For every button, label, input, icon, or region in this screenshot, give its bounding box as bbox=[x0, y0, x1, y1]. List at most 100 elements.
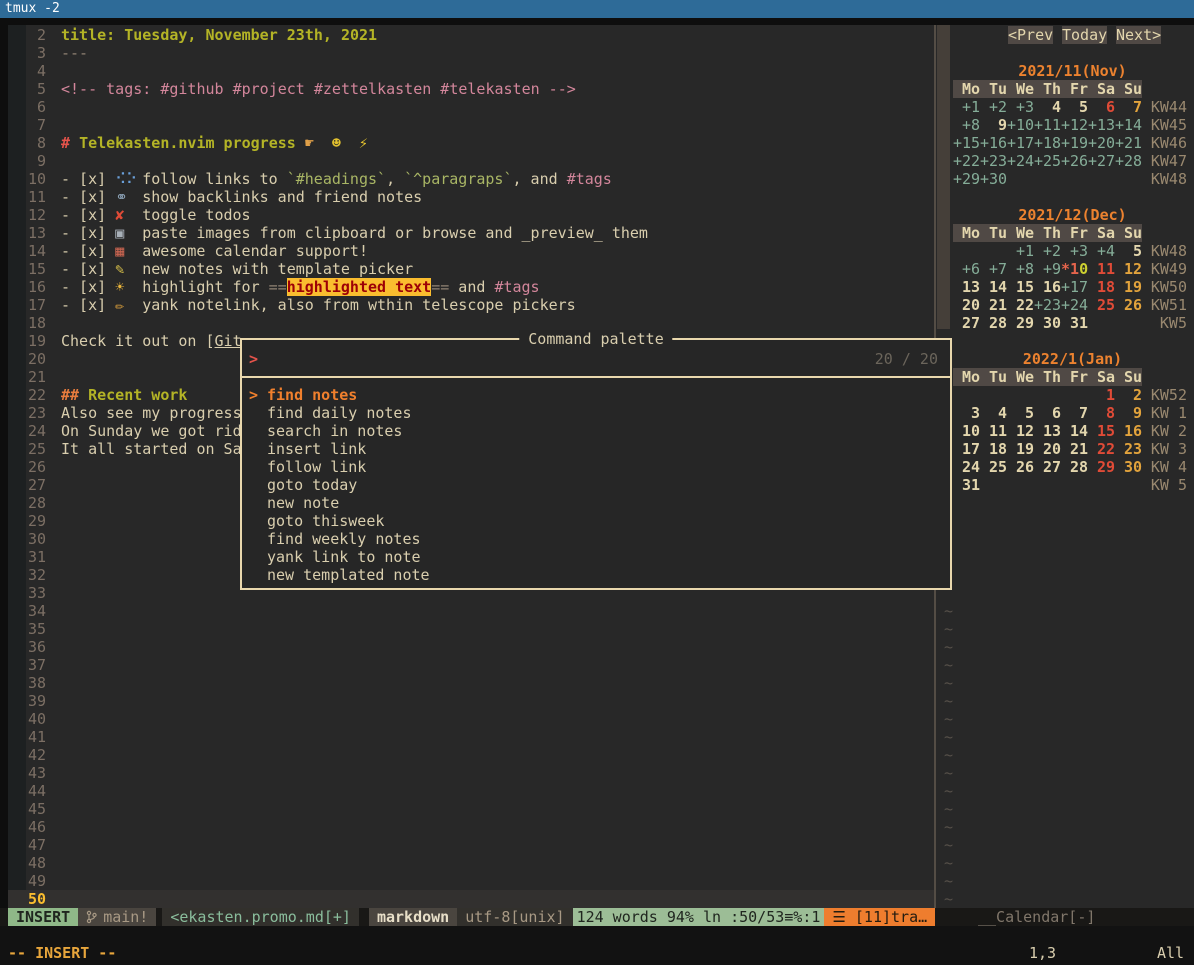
command-line[interactable]: :lua require('telekasten').panel() bbox=[0, 926, 1194, 944]
calendar-day[interactable]: 18 bbox=[1088, 278, 1115, 296]
calendar-day[interactable]: +27 bbox=[1088, 152, 1115, 170]
editor-line[interactable]: 39 bbox=[8, 692, 934, 710]
calendar-day[interactable]: 6 bbox=[1034, 404, 1061, 422]
calendar-day[interactable]: 19 bbox=[1115, 278, 1142, 296]
editor-line[interactable]: 12- [x] ✘ toggle todos bbox=[8, 206, 934, 224]
calendar-day[interactable]: 31 bbox=[953, 476, 980, 494]
calendar-day[interactable]: 14 bbox=[1061, 422, 1088, 440]
palette-prompt-input[interactable]: > 20 / 20 bbox=[242, 350, 950, 368]
editor-line[interactable]: 13- [x] ▣ paste images from clipboard or… bbox=[8, 224, 934, 242]
calendar-day[interactable]: +10 bbox=[1007, 116, 1034, 134]
editor-line[interactable]: 6 bbox=[8, 98, 934, 116]
calendar-day[interactable]: 22 bbox=[1088, 440, 1115, 458]
editor-line[interactable]: 44 bbox=[8, 782, 934, 800]
calendar-day[interactable]: 4 bbox=[980, 404, 1007, 422]
calendar-day[interactable]: +12 bbox=[1061, 116, 1088, 134]
editor-line[interactable]: 48 bbox=[8, 854, 934, 872]
calendar-day[interactable]: 25 bbox=[980, 458, 1007, 476]
calendar-day[interactable]: +1 bbox=[953, 98, 980, 116]
editor-line[interactable]: 40 bbox=[8, 710, 934, 728]
editor-line[interactable]: 14- [x] ▦ awesome calendar support! bbox=[8, 242, 934, 260]
calendar-day[interactable]: +2 bbox=[980, 98, 1007, 116]
calendar-day[interactable]: 21 bbox=[980, 296, 1007, 314]
calendar-day[interactable]: +30 bbox=[980, 170, 1007, 188]
palette-item[interactable]: follow link bbox=[242, 458, 950, 476]
calendar-day[interactable]: 30 bbox=[1034, 314, 1061, 332]
calendar-day[interactable]: 7 bbox=[1115, 98, 1142, 116]
calendar-day[interactable]: 13 bbox=[953, 278, 980, 296]
calendar-day[interactable]: 1 bbox=[1088, 386, 1115, 404]
editor-line[interactable]: 46 bbox=[8, 818, 934, 836]
calendar-day[interactable]: +2 bbox=[1034, 242, 1061, 260]
calendar-day[interactable]: +1 bbox=[1007, 242, 1034, 260]
calendar-day[interactable]: +17 bbox=[1061, 278, 1088, 296]
calendar-day[interactable]: 12 bbox=[1115, 260, 1142, 278]
editor-line[interactable]: 16- [x] ☀ highlight for ==highlighted te… bbox=[8, 278, 934, 296]
calendar-day[interactable]: 11 bbox=[1088, 260, 1115, 278]
palette-item[interactable]: new note bbox=[242, 494, 950, 512]
editor-line[interactable]: 5<!-- tags: #github #project #zettelkast… bbox=[8, 80, 934, 98]
calendar-day[interactable]: +7 bbox=[980, 260, 1007, 278]
editor-line[interactable]: 2title: Tuesday, November 23th, 2021 bbox=[8, 26, 934, 44]
calendar-day[interactable]: 27 bbox=[1034, 458, 1061, 476]
palette-item[interactable]: goto thisweek bbox=[242, 512, 950, 530]
palette-item[interactable]: search in notes bbox=[242, 422, 950, 440]
editor-line[interactable]: 41 bbox=[8, 728, 934, 746]
calendar-day[interactable]: 28 bbox=[1061, 458, 1088, 476]
editor-line[interactable]: 47 bbox=[8, 836, 934, 854]
editor-line[interactable]: 45 bbox=[8, 800, 934, 818]
calendar-day[interactable]: +26 bbox=[1061, 152, 1088, 170]
palette-item[interactable]: find daily notes bbox=[242, 404, 950, 422]
calendar-day[interactable]: +9 bbox=[1034, 260, 1061, 278]
palette-item[interactable]: goto today bbox=[242, 476, 950, 494]
calendar-day[interactable]: 7 bbox=[1061, 404, 1088, 422]
calendar-day[interactable]: 13 bbox=[1034, 422, 1061, 440]
palette-item[interactable]: insert link bbox=[242, 440, 950, 458]
editor-line[interactable]: 38 bbox=[8, 674, 934, 692]
calendar-day[interactable]: 4 bbox=[1034, 98, 1061, 116]
editor-line[interactable]: 37 bbox=[8, 656, 934, 674]
calendar-day[interactable]: 10 bbox=[953, 422, 980, 440]
editor-line[interactable]: 36 bbox=[8, 638, 934, 656]
calendar-day[interactable]: +21 bbox=[1115, 134, 1142, 152]
calendar-day[interactable]: 26 bbox=[1115, 296, 1142, 314]
editor-line[interactable]: 17- [x] ✏ yank notelink, also from wthin… bbox=[8, 296, 934, 314]
next-button[interactable]: Next> bbox=[1116, 26, 1161, 44]
calendar-day[interactable]: +24 bbox=[1007, 152, 1034, 170]
calendar-day[interactable]: +29 bbox=[953, 170, 980, 188]
calendar-day[interactable]: +8 bbox=[1007, 260, 1034, 278]
calendar-day[interactable]: 5 bbox=[1007, 404, 1034, 422]
calendar-day[interactable]: 12 bbox=[1007, 422, 1034, 440]
calendar-day[interactable]: 15 bbox=[1007, 278, 1034, 296]
calendar-day[interactable]: 16 bbox=[1034, 278, 1061, 296]
calendar-day[interactable]: 9 bbox=[1115, 404, 1142, 422]
calendar-day[interactable]: +13 bbox=[1088, 116, 1115, 134]
calendar-day[interactable]: 21 bbox=[1061, 440, 1088, 458]
calendar-day[interactable]: 19 bbox=[1007, 440, 1034, 458]
calendar-day[interactable]: +19 bbox=[1061, 134, 1088, 152]
editor-line[interactable]: 7 bbox=[8, 116, 934, 134]
calendar-day[interactable]: 25 bbox=[1088, 296, 1115, 314]
calendar-day[interactable]: +11 bbox=[1034, 116, 1061, 134]
calendar-day[interactable]: 26 bbox=[1007, 458, 1034, 476]
editor-line[interactable]: 18 bbox=[8, 314, 934, 332]
calendar-day[interactable]: +3 bbox=[1061, 242, 1088, 260]
calendar-day[interactable]: +23 bbox=[980, 152, 1007, 170]
calendar-day[interactable]: +25 bbox=[1034, 152, 1061, 170]
calendar-day[interactable]: +17 bbox=[1007, 134, 1034, 152]
editor-line[interactable]: 15- [x] ✎ new notes with template picker bbox=[8, 260, 934, 278]
editor-line[interactable]: 34 bbox=[8, 602, 934, 620]
calendar-day[interactable]: 8 bbox=[1088, 404, 1115, 422]
calendar-day[interactable]: +23 bbox=[1034, 296, 1061, 314]
calendar-day[interactable]: +28 bbox=[1115, 152, 1142, 170]
palette-item[interactable]: yank link to note bbox=[242, 548, 950, 566]
calendar-day[interactable]: +4 bbox=[1088, 242, 1115, 260]
calendar-day[interactable]: 9 bbox=[980, 116, 1007, 134]
calendar-day[interactable]: +22 bbox=[953, 152, 980, 170]
editor-line[interactable]: 3--- bbox=[8, 44, 934, 62]
editor-line[interactable]: 42 bbox=[8, 746, 934, 764]
today-button[interactable]: Today bbox=[1062, 26, 1107, 44]
palette-item[interactable]: >find notes bbox=[242, 386, 950, 404]
calendar-day[interactable]: 20 bbox=[953, 296, 980, 314]
palette-item[interactable]: find weekly notes bbox=[242, 530, 950, 548]
